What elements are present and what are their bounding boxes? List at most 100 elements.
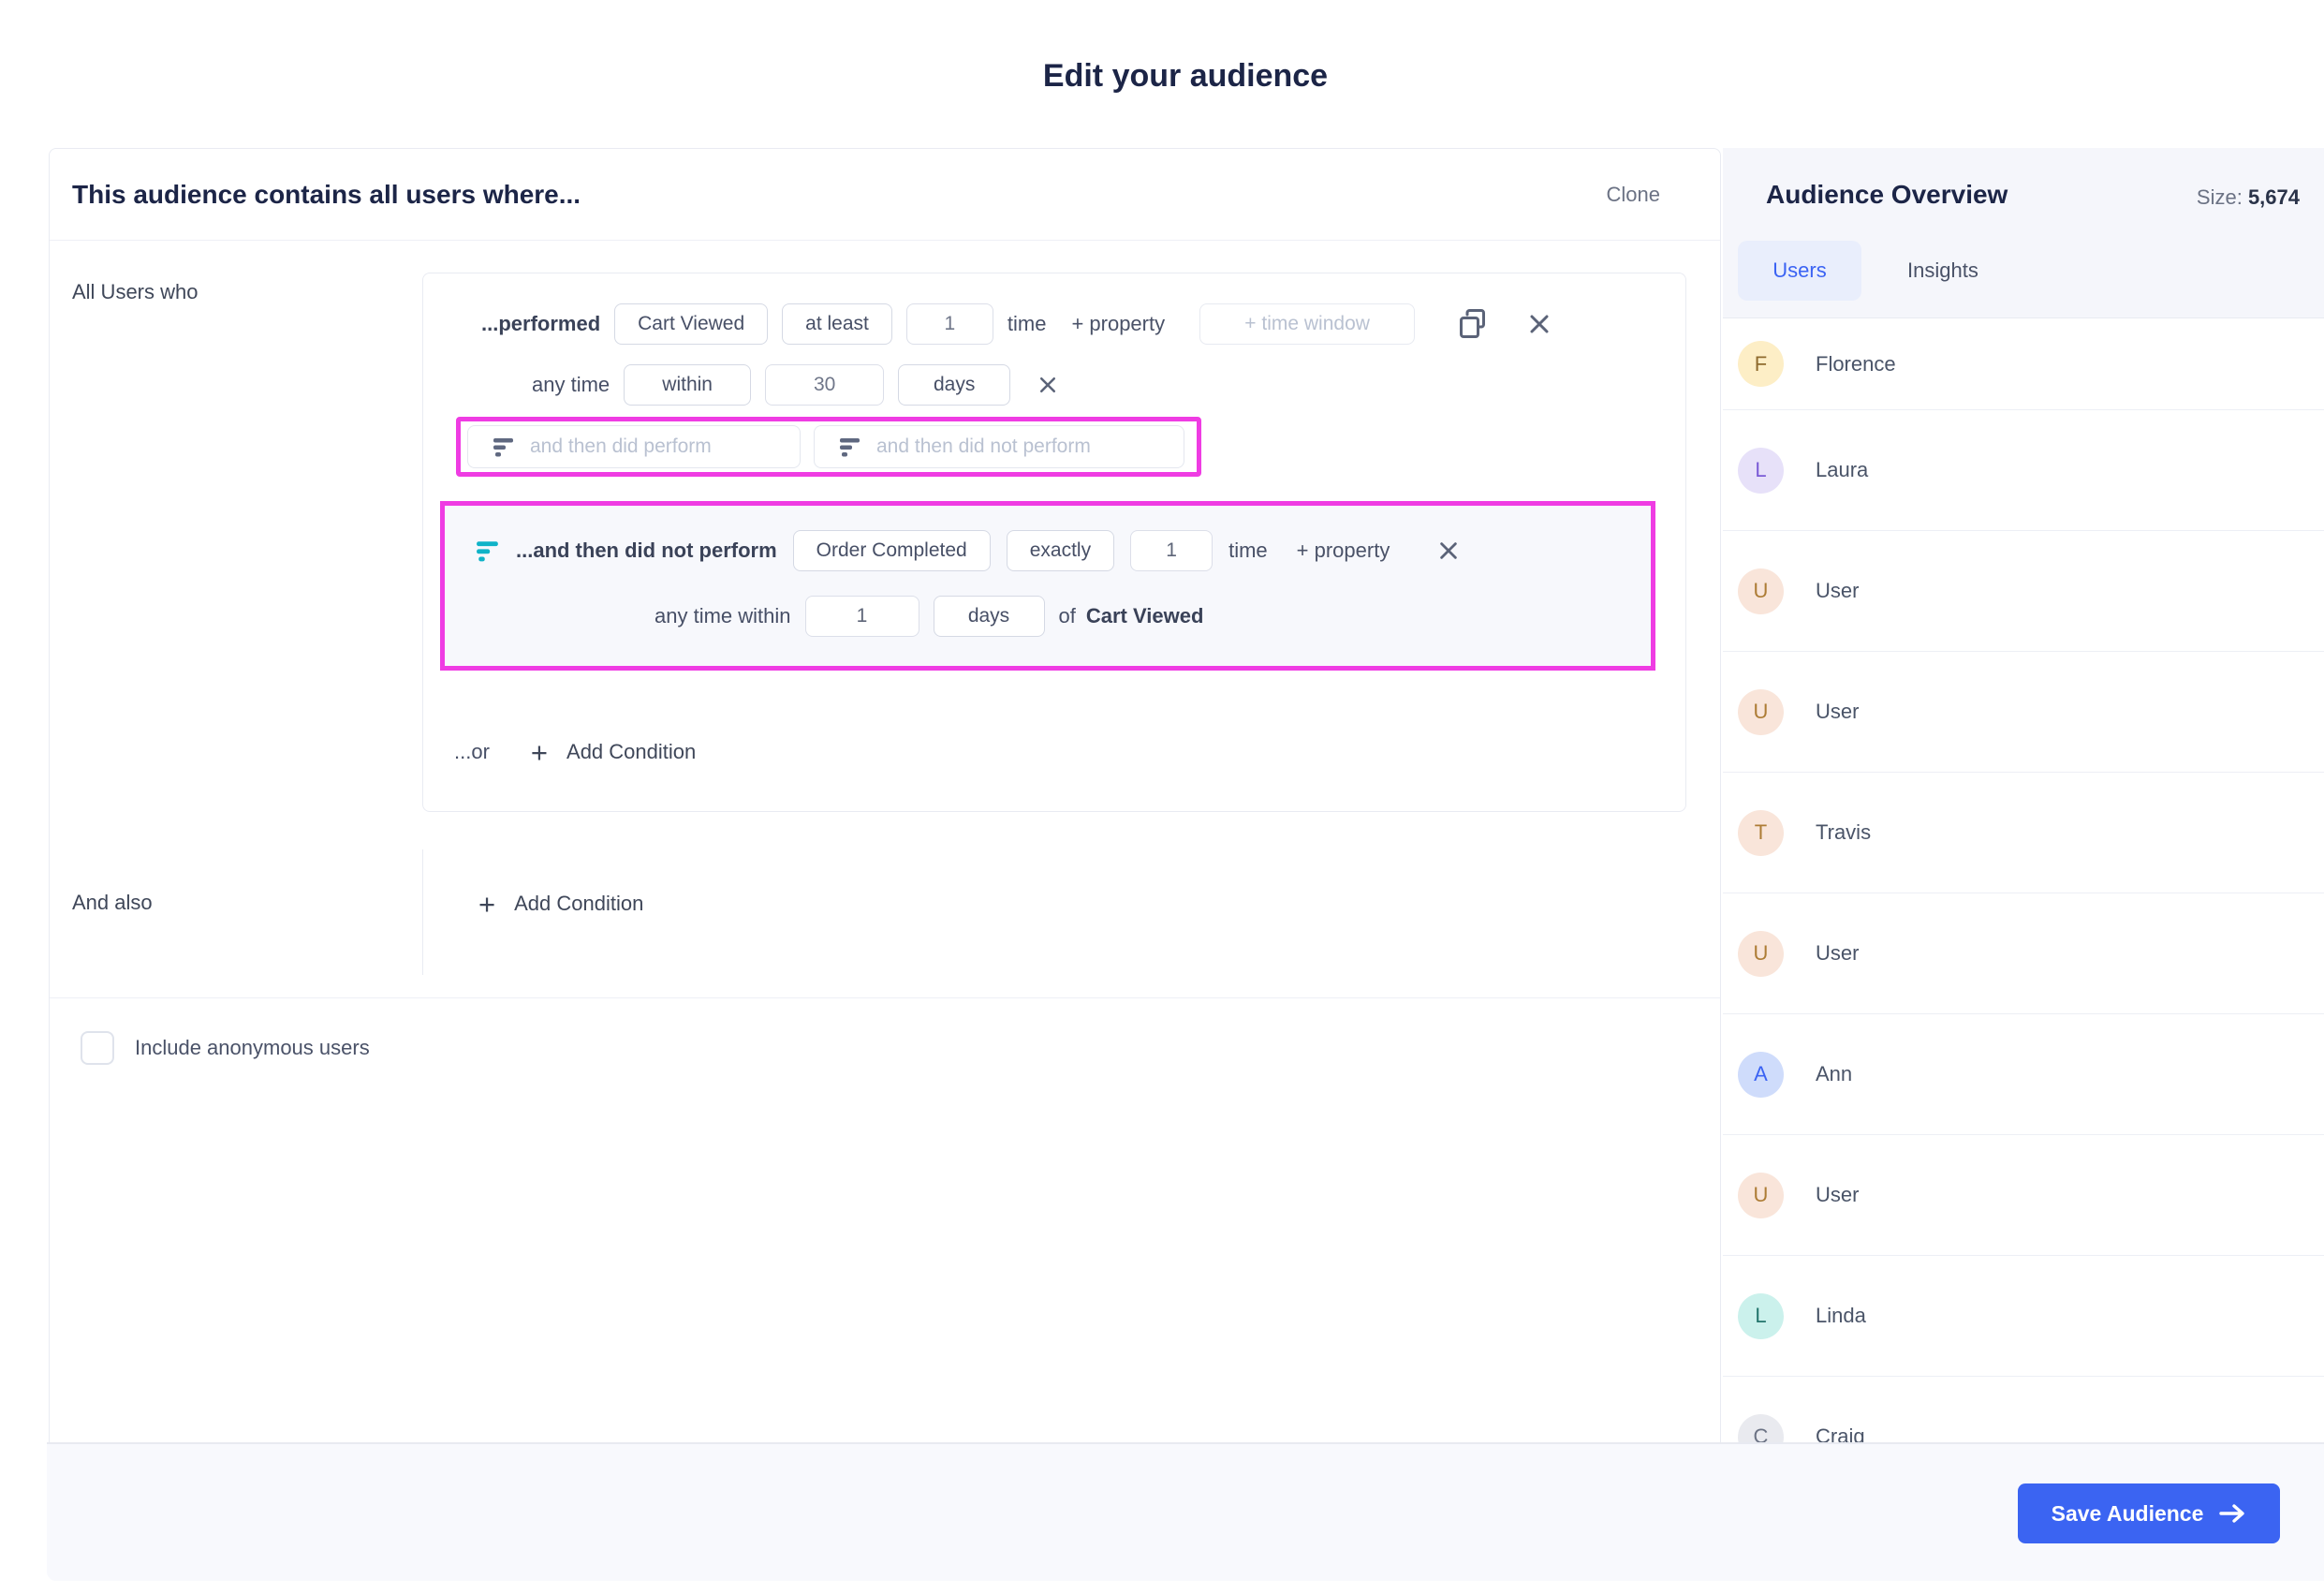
builder-header: This audience contains all users where..… bbox=[50, 149, 1720, 241]
avatar: U bbox=[1738, 688, 1784, 735]
list-item[interactable]: F Florence bbox=[1723, 318, 2324, 410]
count-input-2[interactable]: 1 bbox=[1130, 530, 1213, 571]
avatar: A bbox=[1738, 1051, 1784, 1098]
highlight-box-nested-condition: ...and then did not perform Order Comple… bbox=[440, 501, 1655, 671]
count-suffix: time bbox=[1007, 312, 1047, 335]
add-property-button-2[interactable]: + property bbox=[1297, 539, 1390, 563]
and-also-label: And also bbox=[72, 891, 153, 914]
count-input[interactable]: 1 bbox=[905, 303, 993, 345]
audience-overview-panel: Audience Overview Size: 5,674 Users Insi… bbox=[1723, 148, 2324, 1498]
tab-insights[interactable]: Insights bbox=[1907, 241, 1978, 301]
user-name: Travis bbox=[1816, 820, 1872, 844]
audience-overview-title: Audience Overview bbox=[1766, 180, 2008, 209]
days-unit-select-2[interactable]: days bbox=[933, 596, 1045, 637]
builder-title: This audience contains all users where..… bbox=[72, 179, 581, 209]
group-label-all-users-who: All Users who bbox=[72, 280, 199, 303]
or-label: ...or bbox=[454, 740, 490, 763]
condition1-time-row: any time within 30 days bbox=[532, 364, 1058, 406]
condition1-prefix: ...performed bbox=[481, 312, 601, 335]
avatar: T bbox=[1738, 809, 1784, 856]
arrow-right-icon bbox=[2219, 1504, 2245, 1523]
count-suffix-2: time bbox=[1228, 539, 1268, 562]
add-condition-button-2[interactable]: Add Condition bbox=[514, 892, 643, 916]
avatar: F bbox=[1738, 341, 1784, 387]
and-also-add-condition-row: + Add Condition bbox=[478, 887, 643, 921]
list-item[interactable]: U User bbox=[1723, 652, 2324, 773]
event-select-2[interactable]: Order Completed bbox=[792, 530, 991, 571]
user-name: User bbox=[1816, 700, 1860, 723]
user-list: F Florence L Laura U User U User T Travi… bbox=[1723, 318, 2324, 1498]
days-count-input[interactable]: 30 bbox=[765, 364, 885, 406]
audience-overview-header: Audience Overview Size: 5,674 Users Insi… bbox=[1723, 148, 2324, 318]
condition2-time-row: any time within 1 days of Cart Viewed bbox=[445, 596, 1203, 637]
add-property-button[interactable]: + property bbox=[1071, 312, 1165, 336]
avatar: L bbox=[1738, 447, 1784, 494]
funnel-icon bbox=[840, 438, 860, 457]
avatar: L bbox=[1738, 1292, 1784, 1339]
condition-group-card: ...performed Cart Viewed at least 1 time… bbox=[422, 273, 1686, 812]
funnel-teal-icon bbox=[477, 541, 498, 562]
audience-builder-panel: This audience contains all users where..… bbox=[49, 148, 1721, 1442]
page-title: Edit your audience bbox=[1042, 58, 1329, 94]
days-count-input-2[interactable]: 1 bbox=[804, 596, 919, 637]
list-item[interactable]: U User bbox=[1723, 531, 2324, 652]
group-divider-line bbox=[422, 849, 423, 975]
highlight-box-sequence-buttons: and then did perform and then did not pe… bbox=[456, 417, 1201, 477]
user-name: Laura bbox=[1816, 458, 1869, 481]
list-item[interactable]: U User bbox=[1723, 893, 2324, 1014]
user-name: User bbox=[1816, 579, 1860, 602]
user-name: User bbox=[1816, 1183, 1860, 1206]
avatar: U bbox=[1738, 930, 1784, 977]
app-canvas: Edit your audience This audience contain… bbox=[0, 0, 2324, 1594]
operator-select-2[interactable]: exactly bbox=[1006, 530, 1115, 571]
list-item[interactable]: L Linda bbox=[1723, 1256, 2324, 1377]
list-item[interactable]: A Ann bbox=[1723, 1014, 2324, 1135]
seq-button-label: and then did not perform bbox=[876, 435, 1091, 457]
and-then-did-not-perform-button[interactable]: and then did not perform bbox=[814, 425, 1184, 468]
funnel-icon bbox=[493, 438, 513, 457]
avatar: U bbox=[1738, 1172, 1784, 1218]
time-window-button[interactable]: + time window bbox=[1199, 303, 1416, 345]
and-then-did-perform-button[interactable]: and then did perform bbox=[467, 425, 801, 468]
avatar: U bbox=[1738, 568, 1784, 614]
seq-button-label: and then did perform bbox=[530, 435, 712, 457]
clone-button[interactable]: Clone bbox=[1607, 183, 1660, 207]
days-unit-select[interactable]: days bbox=[898, 364, 1011, 406]
user-name: Linda bbox=[1816, 1304, 1866, 1327]
audience-size: Size: 5,674 bbox=[2197, 185, 2300, 210]
user-name: User bbox=[1816, 941, 1860, 965]
add-condition-button[interactable]: Add Condition bbox=[566, 740, 696, 764]
size-label: Size: bbox=[2196, 185, 2243, 209]
save-audience-button[interactable]: Save Audience bbox=[2018, 1483, 2280, 1543]
user-name: Ann bbox=[1816, 1062, 1853, 1085]
close-condition2-icon[interactable] bbox=[1437, 539, 1460, 562]
plus-icon: + bbox=[530, 735, 549, 769]
plus-icon: + bbox=[478, 887, 496, 921]
condition2-prefix: ...and then did not perform bbox=[516, 539, 777, 562]
save-audience-label: Save Audience bbox=[2051, 1500, 2204, 1526]
within-select[interactable]: within bbox=[624, 364, 752, 406]
include-anonymous-label: Include anonymous users bbox=[135, 1036, 370, 1059]
list-item[interactable]: T Travis bbox=[1723, 773, 2324, 893]
anytime-label: any time bbox=[532, 373, 610, 396]
anytime-within-label: any time within bbox=[655, 604, 791, 627]
include-anonymous-checkbox[interactable] bbox=[81, 1031, 114, 1065]
size-value: 5,674 bbox=[2247, 185, 2300, 209]
condition1-row: ...performed Cart Viewed at least 1 time… bbox=[481, 303, 1552, 345]
anonymous-users-row: Include anonymous users bbox=[81, 1031, 370, 1065]
footer-bar: Save Audience bbox=[47, 1442, 2324, 1581]
list-item[interactable]: U User bbox=[1723, 1135, 2324, 1256]
ref-event-label: Cart Viewed bbox=[1085, 604, 1204, 627]
close-condition1-icon[interactable] bbox=[1527, 312, 1552, 336]
close-time-row-icon[interactable] bbox=[1037, 375, 1058, 395]
or-add-condition-row: ...or + Add Condition bbox=[454, 731, 696, 773]
condition2-row: ...and then did not perform Order Comple… bbox=[476, 528, 1460, 573]
tab-users[interactable]: Users bbox=[1738, 241, 1861, 301]
user-name: Florence bbox=[1816, 351, 1896, 376]
panel-divider bbox=[50, 997, 1720, 998]
of-label: of bbox=[1058, 604, 1076, 627]
list-item[interactable]: L Laura bbox=[1723, 410, 2324, 531]
duplicate-icon[interactable] bbox=[1457, 307, 1489, 341]
operator-select[interactable]: at least bbox=[782, 303, 892, 345]
event-select[interactable]: Cart Viewed bbox=[614, 303, 769, 345]
